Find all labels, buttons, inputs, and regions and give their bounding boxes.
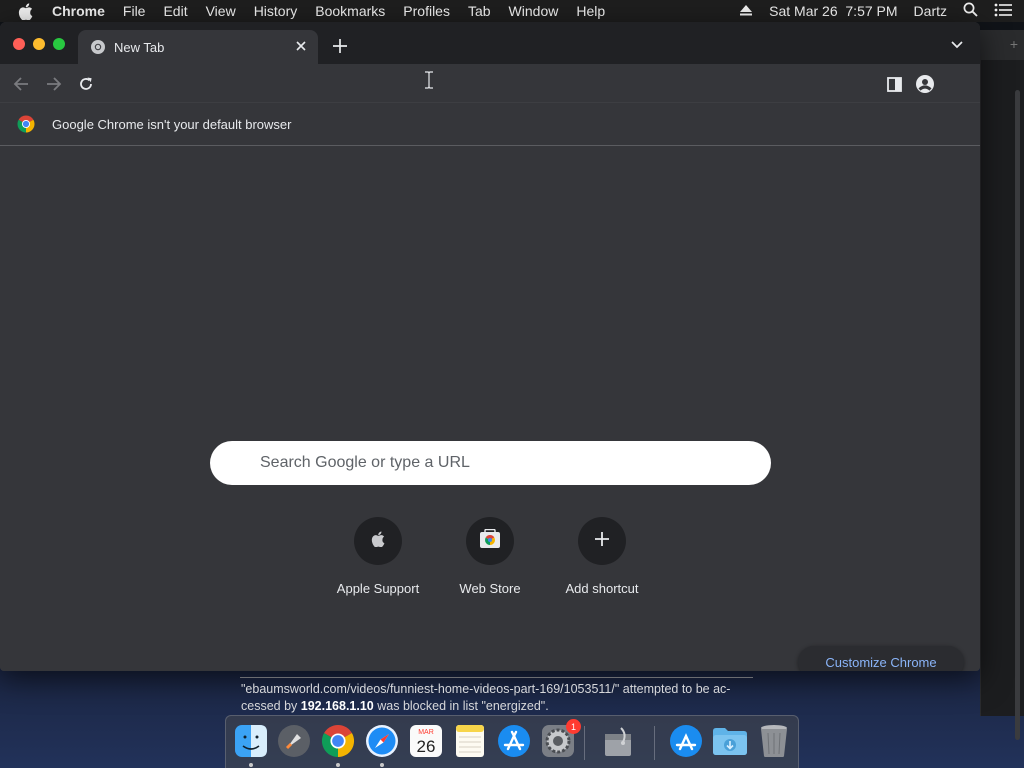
calendar-day: 26 (417, 737, 436, 756)
profile-avatar-icon[interactable] (916, 75, 934, 93)
menu-file[interactable]: File (123, 3, 146, 19)
shortcut-tile[interactable] (578, 517, 626, 565)
chrome-icon[interactable] (320, 723, 356, 759)
toolbar (0, 64, 980, 102)
blocked-ip: 192.168.1.10 (300, 699, 374, 713)
menu-app-name[interactable]: Chrome (52, 3, 105, 19)
menu-bar: Chrome File Edit View History Bookmarks … (0, 0, 1024, 22)
back-arrow-icon[interactable] (12, 75, 30, 93)
shortcut-web-store[interactable]: Web Store (430, 517, 550, 596)
menu-bookmarks[interactable]: Bookmarks (315, 3, 385, 19)
apple-icon (371, 530, 385, 552)
notification-badge: 1 (566, 719, 581, 734)
running-indicator (336, 763, 340, 767)
menu-bar-status-area: Sat Mar 26 7:57 PM Dartz (739, 0, 1024, 22)
menu-view[interactable]: View (206, 3, 236, 19)
calendar-month: MAR (418, 729, 434, 736)
eject-icon[interactable] (739, 3, 753, 19)
chrome-window: New Tab Google Chrome isn't your default… (0, 22, 980, 671)
zoom-window-button[interactable] (53, 38, 65, 50)
spotlight-search-icon[interactable] (963, 2, 978, 20)
calendar-icon[interactable]: MAR 26 (408, 723, 444, 759)
blocked-url: "ebaumsworld.com/videos/funniest-home-vi… (241, 682, 620, 696)
shortcut-apple-support[interactable]: Apple Support (318, 517, 438, 596)
menu-clock[interactable]: Sat Mar 26 7:57 PM (769, 3, 897, 19)
menu-window[interactable]: Window (509, 3, 559, 19)
menu-tab[interactable]: Tab (468, 3, 491, 19)
tab-title: New Tab (114, 39, 165, 55)
notice-text-1: attempted to be ac- (619, 682, 731, 696)
shortcut-label: Web Store (459, 581, 521, 596)
notice-text-2: cessed by (241, 699, 301, 713)
blocked-site-notice: "ebaumsworld.com/videos/funniest-home-vi… (241, 681, 761, 715)
notice-divider (240, 677, 753, 678)
new-tab-page: Apple Support Web Store (0, 146, 980, 671)
menu-help[interactable]: Help (576, 3, 605, 19)
dock: MAR 26 1 (225, 715, 799, 768)
web-store-icon (479, 528, 501, 554)
notes-icon[interactable] (452, 723, 488, 759)
menu-user-name[interactable]: Dartz (914, 3, 947, 19)
trash-icon[interactable] (756, 723, 792, 759)
text-cursor-icon (424, 71, 434, 89)
shortcut-label: Add shortcut (565, 581, 639, 596)
dock-separator (654, 726, 655, 760)
background-scrollbar[interactable] (1015, 90, 1020, 740)
shortcut-label: Apple Support (336, 581, 420, 596)
reload-icon[interactable] (77, 75, 95, 93)
tab-search-chevron-icon[interactable] (950, 40, 964, 50)
notification-center-icon[interactable] (994, 3, 1012, 20)
tab-strip: New Tab (0, 22, 980, 64)
system-preferences-icon[interactable]: 1 (540, 719, 581, 759)
search-input[interactable] (260, 454, 740, 472)
plus-icon (595, 531, 609, 551)
background-new-tab-icon[interactable]: + (1010, 36, 1018, 52)
safari-icon[interactable] (364, 723, 400, 759)
running-indicator (249, 763, 253, 767)
close-window-button[interactable] (13, 38, 25, 50)
side-panel-icon[interactable] (885, 75, 903, 93)
background-window[interactable]: + (980, 30, 1024, 740)
menu-history[interactable]: History (254, 3, 298, 19)
menu-edit[interactable]: Edit (163, 3, 187, 19)
new-tab-icon[interactable] (332, 38, 348, 54)
running-indicator (380, 763, 384, 767)
finder-icon[interactable] (233, 723, 269, 759)
add-shortcut-button[interactable]: Add shortcut (542, 517, 662, 596)
shortcut-tile[interactable] (354, 517, 402, 565)
disk-utility-icon[interactable] (600, 723, 636, 759)
search-box[interactable] (210, 441, 771, 485)
app-store-icon[interactable] (496, 723, 532, 759)
dock-separator (584, 726, 585, 760)
shortcut-tile[interactable] (466, 517, 514, 565)
menu-profiles[interactable]: Profiles (403, 3, 450, 19)
chrome-favicon-icon (90, 39, 106, 55)
forward-arrow-icon[interactable] (45, 75, 63, 93)
infobar-message: Google Chrome isn't your default browser (52, 116, 292, 132)
launchpad-icon[interactable] (276, 723, 312, 759)
close-tab-icon[interactable] (294, 39, 308, 53)
applications-folder-icon[interactable] (668, 723, 704, 759)
minimize-window-button[interactable] (33, 38, 45, 50)
notice-text-3: was blocked in list "energized". (373, 699, 549, 713)
apple-menu-icon[interactable] (18, 2, 38, 20)
downloads-folder-icon[interactable] (712, 723, 748, 759)
chrome-logo-icon (17, 115, 35, 133)
tab-new-tab[interactable]: New Tab (78, 30, 318, 64)
default-browser-infobar: Google Chrome isn't your default browser (0, 102, 980, 146)
customize-chrome-button[interactable]: Customize Chrome (798, 646, 964, 671)
